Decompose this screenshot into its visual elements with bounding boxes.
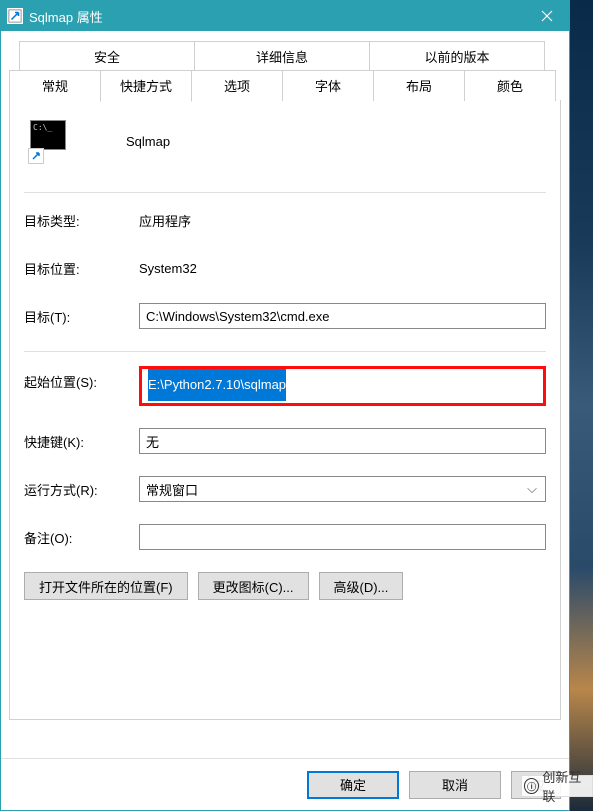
desktop-background [570,0,593,811]
target-location-label: 目标位置: [24,259,139,278]
window-title: Sqlmap 属性 [29,7,524,26]
tab-options[interactable]: 选项 [191,70,283,101]
content-area: 安全 详细信息 以前的版本 常规 快捷方式 选项 字体 布局 颜色 [1,31,569,758]
tab-shortcut[interactable]: 快捷方式 [100,70,192,102]
target-location-value: System32 [139,261,197,276]
tab-general[interactable]: 常规 [9,70,101,101]
watermark: ⓘ 创新互联 [521,775,593,797]
cancel-button[interactable]: 取消 [409,771,501,799]
tab-layout[interactable]: 布局 [373,70,465,101]
change-icon-button[interactable]: 更改图标(C)... [198,572,309,600]
tab-security[interactable]: 安全 [19,41,195,71]
tab-font[interactable]: 字体 [282,70,374,101]
start-in-label: 起始位置(S): [24,366,139,391]
run-label: 运行方式(R): [24,480,139,499]
watermark-text: 创新互联 [542,767,592,805]
divider [24,192,546,193]
target-type-value: 应用程序 [139,211,191,230]
tab-panel-shortcut: Sqlmap 目标类型: 应用程序 目标位置: System32 目标(T): [9,100,561,720]
shortcut-overlay-icon [28,148,44,164]
shortcut-key-label: 快捷键(K): [24,432,139,451]
advanced-button[interactable]: 高级(D)... [319,572,404,600]
application-name: Sqlmap [126,134,170,149]
tab-details[interactable]: 详细信息 [194,41,370,71]
dialog-footer: 确定 取消 应 [1,758,569,810]
comment-input[interactable] [139,524,546,550]
divider [24,351,546,352]
shortcut-key-input[interactable] [139,428,546,454]
titlebar[interactable]: Sqlmap 属性 [1,1,569,31]
tab-colors[interactable]: 颜色 [464,70,556,101]
run-select-value: 常规窗口 [146,480,198,499]
ok-button[interactable]: 确定 [307,771,399,799]
tab-strip: 安全 详细信息 以前的版本 常规 快捷方式 选项 字体 布局 颜色 [9,41,561,720]
watermark-logo-icon: ⓘ [524,778,539,794]
comment-label: 备注(O): [24,528,139,547]
open-file-location-button[interactable]: 打开文件所在的位置(F) [24,572,188,600]
shortcut-icon [7,8,23,24]
tab-previous-versions[interactable]: 以前的版本 [369,41,545,71]
run-select[interactable]: 常规窗口 ⌵ [139,476,546,502]
target-input[interactable] [139,303,546,329]
chevron-down-icon: ⌵ [525,481,539,497]
properties-window: Sqlmap 属性 安全 详细信息 以前的版本 常规 快捷方式 选项 字体 布局… [0,0,570,811]
target-type-label: 目标类型: [24,211,139,230]
application-icon [30,120,72,162]
close-button[interactable] [524,1,569,31]
start-in-input[interactable]: E:\Python2.7.10\sqlmap [139,366,546,406]
target-label: 目标(T): [24,307,139,326]
